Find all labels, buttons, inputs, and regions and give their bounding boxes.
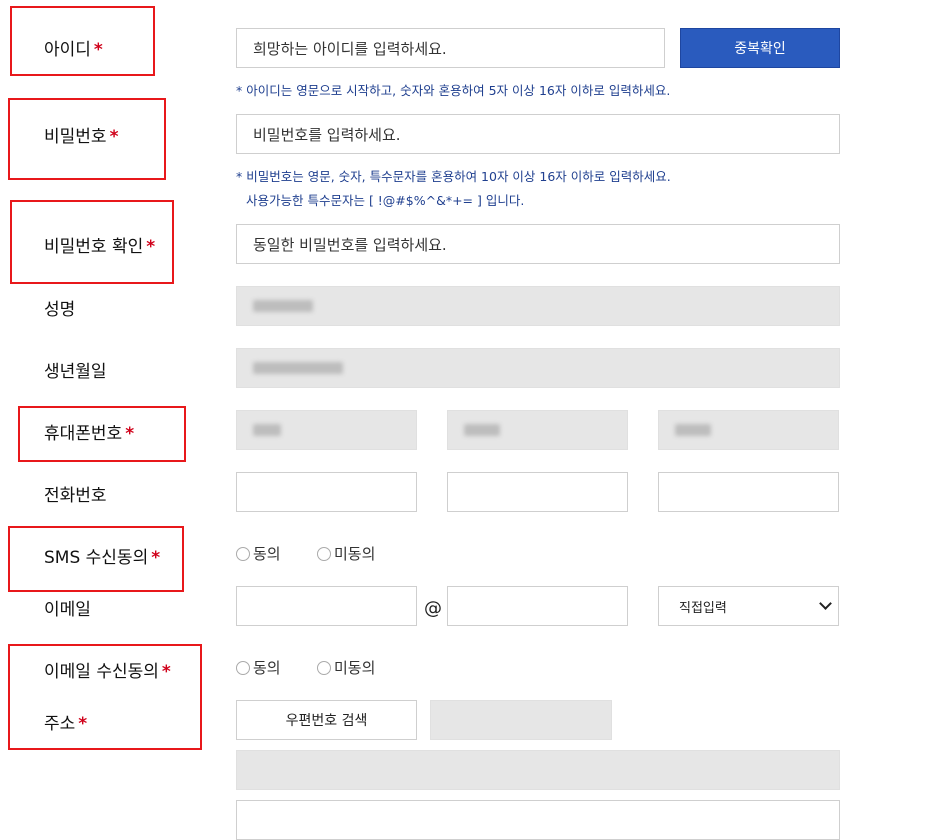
required-mark: * (146, 237, 156, 257)
email-disagree-radio[interactable]: 미동의 (317, 657, 375, 678)
email-domain-select[interactable]: 직접입력 (658, 586, 839, 626)
address-label: 주소 * (44, 714, 88, 734)
required-mark: * (93, 40, 103, 60)
chevron-down-icon (819, 597, 832, 610)
email-domain-input[interactable] (447, 586, 628, 626)
required-mark: * (161, 662, 171, 682)
radio-circle-icon (317, 546, 331, 561)
sms-consent-label: SMS 수신동의 * (44, 548, 161, 568)
birth-input (236, 348, 840, 388)
radio-circle-icon (236, 660, 250, 675)
password-confirm-input[interactable]: 동일한 비밀번호를 입력하세요. (236, 224, 840, 264)
password-hint-1: * 비밀번호는 영문, 숫자, 특수문자를 혼용하여 10자 이상 16자 이하… (236, 169, 671, 184)
radio-circle-icon (236, 546, 250, 561)
redacted-value (253, 362, 343, 374)
phone-label: 전화번호 (44, 486, 107, 506)
email-agree-radio[interactable]: 동의 (236, 657, 281, 678)
mobile-part2-input (447, 410, 628, 450)
userid-hint: * 아이디는 영문으로 시작하고, 숫자와 혼용하여 5자 이상 16자 이하로… (236, 83, 671, 98)
password-input[interactable]: 비밀번호를 입력하세요. (236, 114, 840, 154)
mobile-part3-input (658, 410, 839, 450)
required-mark: * (78, 714, 88, 734)
phone-part1-input[interactable] (236, 472, 417, 512)
userid-label: 아이디 * (44, 40, 103, 60)
password-confirm-label: 비밀번호 확인 * (44, 237, 156, 257)
redacted-value (675, 424, 711, 436)
required-mark: * (125, 424, 135, 444)
name-input (236, 286, 840, 326)
redacted-value (464, 424, 500, 436)
redacted-value (253, 424, 281, 436)
zipcode-search-button[interactable]: 우편번호 검색 (236, 700, 417, 740)
sms-agree-radio[interactable]: 동의 (236, 543, 281, 564)
phone-part2-input[interactable] (447, 472, 628, 512)
name-label: 성명 (44, 300, 76, 320)
mobile-part1-input (236, 410, 417, 450)
phone-part3-input[interactable] (658, 472, 839, 512)
sms-disagree-radio[interactable]: 미동의 (317, 543, 375, 564)
email-label: 이메일 (44, 600, 91, 620)
check-duplicate-button[interactable]: 중복확인 (680, 28, 840, 68)
mobile-label: 휴대폰번호 * (44, 424, 135, 444)
email-consent-label: 이메일 수신동의 * (44, 662, 171, 682)
required-mark: * (151, 548, 161, 568)
password-label: 비밀번호 * (44, 127, 119, 147)
address-detail-input[interactable] (236, 800, 840, 840)
radio-circle-icon (317, 660, 331, 675)
email-local-input[interactable] (236, 586, 417, 626)
zipcode-input (430, 700, 612, 740)
birth-label: 생년월일 (44, 362, 107, 382)
userid-input[interactable]: 희망하는 아이디를 입력하세요. (236, 28, 665, 68)
address-base-input (236, 750, 840, 790)
required-mark: * (109, 127, 119, 147)
password-hint-2: 사용가능한 특수문자는 [ !@#$%^&*+= ] 입니다. (246, 193, 525, 208)
redacted-value (253, 300, 313, 312)
email-at-sign: @ (424, 598, 442, 619)
